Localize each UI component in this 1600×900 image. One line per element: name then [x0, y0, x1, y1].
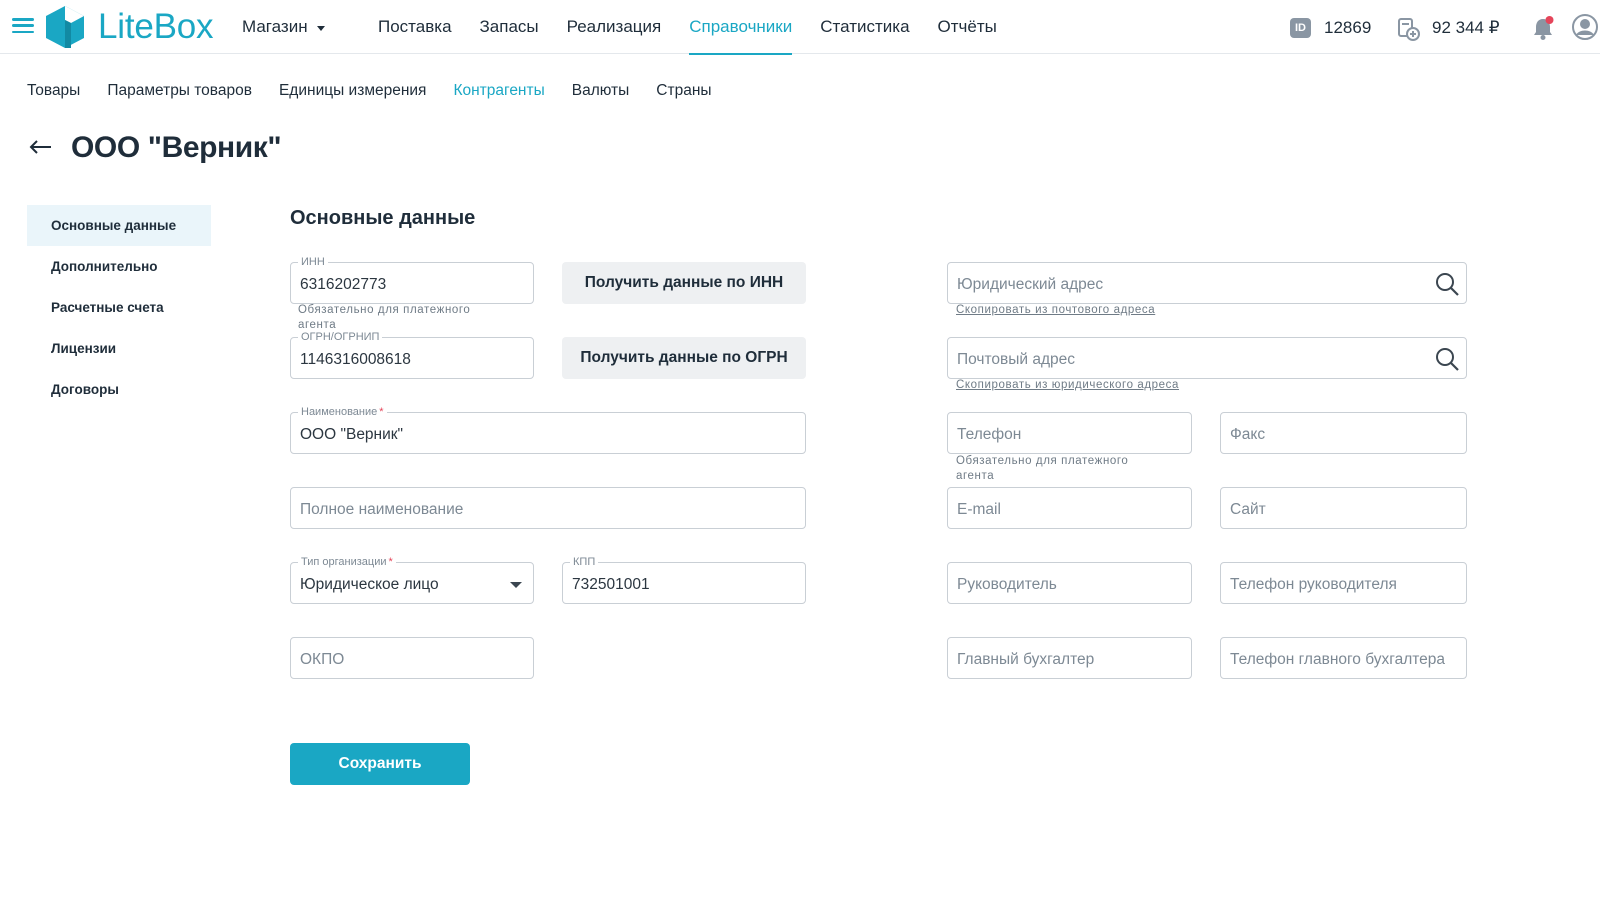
section-title: Основные данные — [290, 207, 476, 229]
org-type-label: Тип организации * — [298, 555, 396, 569]
nav-item-reports[interactable]: Отчёты — [938, 0, 997, 54]
id-icon: ID — [1290, 18, 1311, 38]
balance-value: 92 344 ₽ — [1432, 18, 1500, 37]
ogrn-field[interactable]: ОГРН/ОГРНИП 1146316008618 — [290, 330, 534, 379]
chevron-down-icon — [316, 25, 325, 31]
logo-text: LiteBox — [98, 7, 214, 46]
inn-field[interactable]: ИНН 6316202773 — [290, 255, 534, 304]
full-name-field[interactable]: Полное наименование — [290, 487, 806, 529]
name-field[interactable]: Наименование * ООО "Верник" — [290, 405, 806, 454]
search-icon[interactable] — [1434, 271, 1460, 297]
ogrn-value: 1146316008618 — [300, 351, 411, 368]
dropdown-caret-icon[interactable] — [510, 582, 522, 588]
nav-item-sales[interactable]: Реализация — [567, 0, 662, 54]
subnav-item-goods[interactable]: Товары — [27, 82, 80, 100]
subnav-item-goods-params[interactable]: Параметры товаров — [107, 82, 252, 100]
nav-item-statistics[interactable]: Статистика — [820, 0, 909, 54]
postal-address-placeholder: Почтовый адрес — [957, 351, 1076, 368]
get-by-ogrn-button[interactable]: Получить данные по ОГРН — [562, 337, 806, 379]
name-label: Наименование * — [298, 405, 387, 419]
kpp-value: 732501001 — [572, 576, 650, 593]
inn-label: ИНН — [298, 255, 328, 269]
subnav-item-counterparties[interactable]: Контрагенты — [453, 82, 544, 100]
get-by-inn-button[interactable]: Получить данные по ИНН — [562, 262, 806, 304]
site-placeholder: Сайт — [1230, 501, 1266, 518]
postal-address-field[interactable]: Почтовый адрес — [947, 337, 1467, 379]
required-mark: * — [379, 406, 384, 418]
inn-hint: Обязательно для платежного агента — [298, 304, 471, 331]
page-title: ООО "Верник" — [71, 131, 282, 164]
fax-placeholder: Факс — [1230, 426, 1266, 443]
top-header: LiteBox Магазин Поставка Запасы Реализац… — [0, 0, 1600, 55]
okpo-placeholder: ОКПО — [300, 651, 345, 668]
accountant-placeholder: Главный бухгалтер — [957, 651, 1095, 668]
nav-item-stock[interactable]: Запасы — [480, 0, 539, 54]
section-item-contracts[interactable]: Договоры — [27, 369, 211, 410]
wallet-icon[interactable] — [1396, 17, 1420, 41]
subnav-item-currencies[interactable]: Валюты — [572, 82, 630, 100]
accountant-field[interactable]: Главный бухгалтер — [947, 637, 1192, 679]
save-button[interactable]: Сохранить — [290, 743, 470, 785]
director-phone-field[interactable]: Телефон руководителя — [1220, 562, 1467, 604]
copy-from-postal-link[interactable]: Скопировать из почтового адреса — [956, 304, 1155, 316]
ogrn-label: ОГРН/ОГРНИП — [298, 330, 383, 344]
org-type-value: Юридическое лицо — [300, 576, 439, 593]
logo[interactable]: LiteBox — [44, 4, 214, 50]
phone-hint: Обязательно для платежного агента — [956, 455, 1129, 482]
email-field[interactable]: E-mail — [947, 487, 1192, 529]
site-field[interactable]: Сайт — [1220, 487, 1467, 529]
accountant-phone-placeholder: Телефон главного бухгалтера — [1230, 651, 1446, 668]
back-arrow-icon[interactable] — [28, 137, 54, 157]
name-value: ООО "Верник" — [300, 426, 404, 443]
kpp-label: КПП — [570, 555, 599, 569]
legal-address-field[interactable]: Юридический адрес — [947, 262, 1467, 304]
director-field[interactable]: Руководитель — [947, 562, 1192, 604]
subnav-item-units[interactable]: Единицы измерения — [279, 82, 426, 100]
section-item-licenses[interactable]: Лицензии — [27, 328, 211, 369]
director-placeholder: Руководитель — [957, 576, 1057, 593]
full-name-placeholder: Полное наименование — [300, 501, 464, 518]
fax-field[interactable]: Факс — [1220, 412, 1467, 454]
director-phone-placeholder: Телефон руководителя — [1230, 576, 1397, 593]
logo-cube-icon — [46, 6, 84, 48]
copy-from-legal-link[interactable]: Скопировать из юридического адреса — [956, 379, 1179, 391]
store-selector[interactable]: Магазин — [242, 17, 325, 37]
org-type-select[interactable]: Тип организации * Юридическое лицо — [290, 555, 534, 604]
search-icon[interactable] — [1434, 346, 1460, 372]
inn-value: 6316202773 — [300, 276, 387, 293]
sub-nav: Товары Параметры товаров Единицы измерен… — [27, 82, 739, 100]
account-id: 12869 — [1324, 18, 1372, 37]
accountant-phone-field[interactable]: Телефон главного бухгалтера — [1220, 637, 1467, 679]
user-avatar-icon[interactable] — [1572, 14, 1598, 40]
subnav-item-countries[interactable]: Страны — [656, 82, 711, 100]
nav-item-directories[interactable]: Справочники — [689, 0, 793, 55]
okpo-field[interactable]: ОКПО — [290, 637, 534, 679]
section-item-additional[interactable]: Дополнительно — [27, 246, 211, 287]
bell-icon[interactable] — [1531, 15, 1555, 41]
main-nav: Поставка Запасы Реализация Справочники С… — [378, 0, 1025, 55]
email-placeholder: E-mail — [957, 501, 1001, 518]
menu-icon[interactable] — [12, 18, 34, 34]
nav-item-supply[interactable]: Поставка — [378, 0, 452, 54]
section-menu: Основные данные Дополнительно Расчетные … — [27, 205, 211, 410]
legal-address-placeholder: Юридический адрес — [957, 276, 1104, 293]
phone-field[interactable]: Телефон — [947, 412, 1192, 454]
kpp-field[interactable]: КПП 732501001 — [562, 555, 806, 604]
header-account-area: ID 12869 92 344 ₽ — [1240, 0, 1600, 54]
phone-placeholder: Телефон — [957, 426, 1022, 443]
section-item-main-data[interactable]: Основные данные — [27, 205, 211, 246]
store-selector-label: Магазин — [242, 17, 308, 36]
section-item-bank-accounts[interactable]: Расчетные счета — [27, 287, 211, 328]
required-mark: * — [388, 556, 393, 568]
